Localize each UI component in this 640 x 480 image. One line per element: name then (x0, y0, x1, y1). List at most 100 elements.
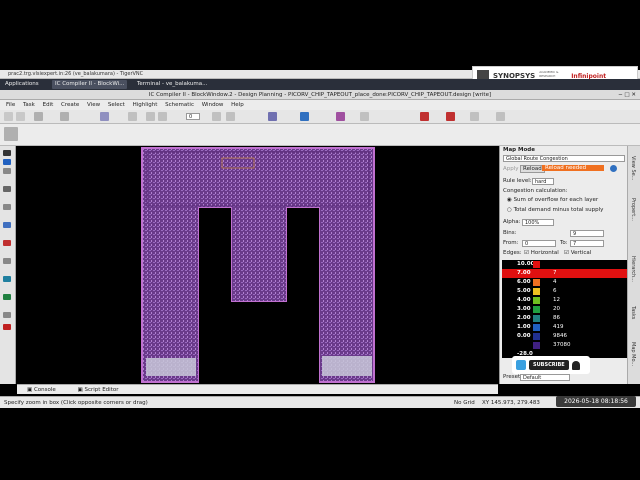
move-icon[interactable] (60, 112, 69, 121)
layout-canvas[interactable] (17, 146, 498, 384)
tab-map-mode[interactable]: Map Mo... (630, 342, 636, 366)
legend-row[interactable]: 37080 (502, 341, 628, 350)
calc-radio-overflow[interactable]: ◉ Sum of overflow for each layer (507, 197, 598, 203)
zoom-level-field[interactable]: 0 (186, 113, 200, 120)
menu-file[interactable]: File (6, 102, 15, 108)
legend-count: 86 (553, 315, 560, 321)
legend-row[interactable]: 0.00 9846 (502, 332, 628, 341)
bins-spinner[interactable]: 9 (570, 230, 604, 237)
legend-row[interactable]: 4.00 12 (502, 296, 628, 305)
drc-icon[interactable] (446, 112, 455, 121)
legend-row[interactable]: 7.00 7 (502, 269, 628, 278)
ruler-icon[interactable] (360, 112, 369, 121)
align-icon[interactable] (3, 312, 11, 318)
edges-vertical-checkbox[interactable]: ☑ Vertical (564, 250, 591, 256)
layout-view-icon[interactable] (4, 127, 18, 141)
taskbar-item-terminal[interactable]: Terminal - ve_balakuma... (134, 80, 210, 89)
legend-row[interactable]: 1.00 419 (502, 323, 628, 332)
zoom-box-icon[interactable] (3, 168, 11, 174)
legend-count: 6 (553, 288, 557, 294)
bottom-cutout (231, 302, 287, 384)
query-icon[interactable] (3, 222, 11, 228)
grid-icon[interactable] (128, 112, 137, 121)
window-title: IC Compiler II - BlockWindow.2 - Design … (148, 92, 492, 98)
tab-tasks[interactable]: Tasks (630, 306, 636, 319)
info-icon[interactable] (3, 159, 11, 165)
menu-select[interactable]: Select (108, 102, 125, 108)
map-icon[interactable] (300, 112, 309, 121)
legend-count: 7 (553, 270, 557, 276)
pointer-icon[interactable] (3, 150, 11, 156)
select-icon[interactable] (100, 112, 109, 121)
copy-icon[interactable] (3, 258, 11, 264)
delete-icon[interactable] (3, 324, 11, 330)
undo-icon[interactable] (146, 112, 155, 121)
legend-count: 37080 (553, 342, 571, 348)
script-editor-tab[interactable]: ▣ Script Editor (78, 387, 119, 393)
menu-create[interactable]: Create (61, 102, 79, 108)
window-controls[interactable]: − □ ✕ (618, 90, 636, 100)
console-tab[interactable]: ▣ Console (27, 387, 56, 393)
calc-radio-demand[interactable]: ○ Total demand minus total supply (507, 207, 603, 213)
preset-select[interactable]: Default (520, 374, 570, 381)
legend-swatch (533, 342, 540, 349)
edges-horizontal-checkbox[interactable]: ☑ Horizontal (524, 250, 559, 256)
redo-icon[interactable] (158, 112, 167, 121)
to-field[interactable]: 7 (570, 240, 604, 247)
legend-row[interactable]: 3.00 20 (502, 305, 628, 314)
left-tool-palette (0, 146, 16, 384)
legend-count: 9846 (553, 333, 567, 339)
apply-button[interactable]: Apply (503, 166, 519, 172)
menu-task[interactable]: Task (23, 102, 35, 108)
tab-view-settings[interactable]: View Se... (630, 156, 636, 180)
menu-schematic[interactable]: Schematic (165, 102, 194, 108)
legend-value: 6.00 (517, 279, 531, 285)
route-icon[interactable] (336, 112, 345, 121)
bins-label: Bins: (503, 230, 517, 236)
legend-row[interactable]: 2.00 86 (502, 314, 628, 323)
calc-opt1-label: Sum of overflow for each layer (513, 197, 599, 203)
applications-menu[interactable]: Applications (2, 80, 42, 89)
zoom-in-icon[interactable] (226, 112, 235, 121)
help-icon[interactable] (610, 165, 617, 172)
place-tool-icon[interactable] (3, 294, 11, 300)
legend-row[interactable]: 6.00 4 (502, 278, 628, 287)
layers-icon[interactable] (268, 112, 277, 121)
legend-row[interactable]: 5.00 6 (502, 287, 628, 296)
legend-value: 7.00 (517, 270, 531, 276)
route-tool-icon[interactable] (3, 276, 11, 282)
edges-h-label: Horizontal (530, 250, 559, 256)
error-icon[interactable] (420, 112, 429, 121)
reload-button[interactable]: Reload (520, 165, 545, 173)
menu-help[interactable]: Help (231, 102, 244, 108)
pan-icon[interactable] (3, 186, 11, 192)
menu-view[interactable]: View (87, 102, 100, 108)
options-icon[interactable] (496, 112, 505, 121)
highlight-icon[interactable] (3, 240, 11, 246)
subscribe-button[interactable]: SUBSCRIBE (529, 360, 569, 370)
new-icon[interactable] (4, 112, 13, 121)
menu-highlight[interactable]: Highlight (133, 102, 158, 108)
pencil-icon[interactable] (34, 112, 43, 121)
open-icon[interactable] (16, 112, 25, 121)
subscribe-overlay[interactable]: SUBSCRIBE (512, 356, 590, 374)
tab-properties[interactable]: Propert... (630, 198, 636, 221)
map-mode-header: Map Mode (503, 147, 535, 153)
notch-left (199, 208, 231, 384)
map-mode-select[interactable]: Global Route Congestion (503, 155, 625, 162)
console-tab-label: Console (33, 387, 56, 393)
menu-edit[interactable]: Edit (43, 102, 54, 108)
zoom-fit-icon[interactable] (212, 112, 221, 121)
settings-icon[interactable] (470, 112, 479, 121)
status-bar: Specify zoom in box (Click opposite corn… (0, 396, 640, 408)
rule-level-select[interactable]: hard (532, 178, 554, 185)
to-label: To: (560, 240, 568, 246)
alpha-select[interactable]: 100% (522, 219, 554, 226)
menu-window[interactable]: Window (202, 102, 224, 108)
tab-hierarchy[interactable]: Hierarch... (630, 256, 636, 282)
from-field[interactable]: 0 (522, 240, 556, 247)
measure-icon[interactable] (3, 204, 11, 210)
right-side-tabs: View Se... Propert... Hierarch... Tasks … (627, 146, 640, 384)
legend-row[interactable]: 10.00 (502, 260, 628, 269)
taskbar-item-icc2[interactable]: IC Compiler II - BlockWi... (52, 80, 128, 89)
